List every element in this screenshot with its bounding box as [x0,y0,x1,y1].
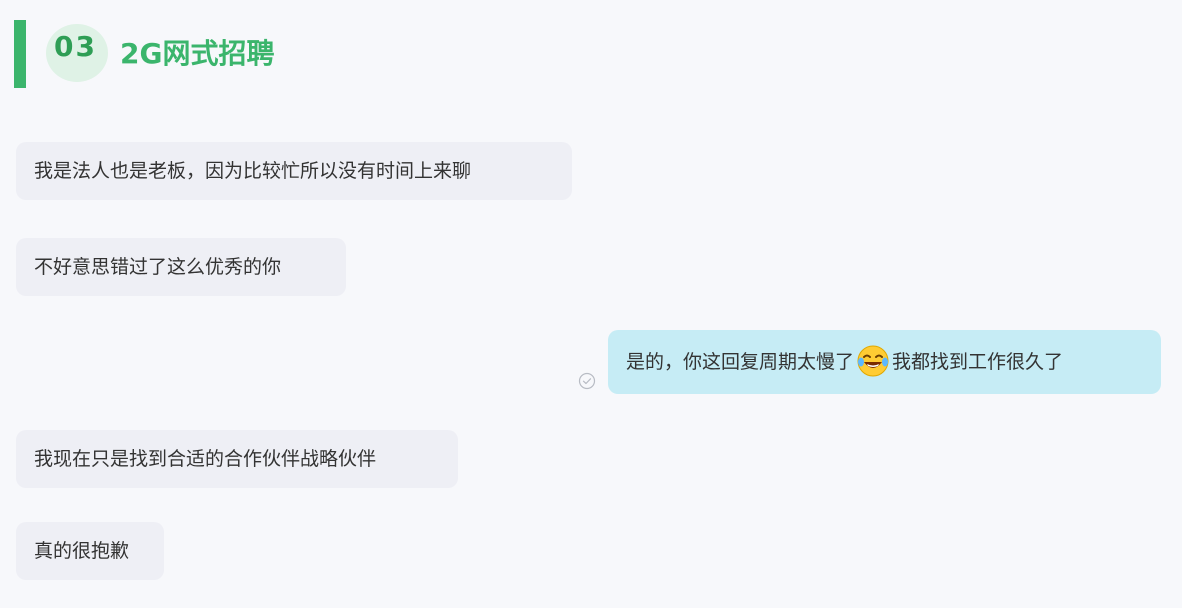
chat-message-sent: 是的，你这回复周期太慢了 我都找到工作很久了 [608,330,1161,394]
chat-message-received: 不好意思错过了这么优秀的你 [16,238,346,296]
message-text: 真的很抱歉 [34,540,130,562]
message-text-continued: 我都找到工作很久了 [892,351,1064,373]
chat-message-received: 真的很抱歉 [16,522,164,580]
header-accent-bar [14,20,26,88]
message-text: 不好意思错过了这么优秀的你 [34,256,282,278]
chat-message-received: 我是法人也是老板，因为比较忙所以没有时间上来聊 [16,142,572,200]
laughing-tears-emoji [857,345,889,376]
section-number: 03 [54,30,97,63]
section-title: 2G网式招聘 [120,37,275,70]
message-text: 是的，你这回复周期太慢了 [626,351,855,373]
section-header: 03 2G网式招聘 [14,20,334,88]
chat-message-received: 我现在只是找到合适的合作伙伴战略伙伴 [16,430,458,488]
read-check-icon [578,372,596,390]
message-text: 我是法人也是老板，因为比较忙所以没有时间上来聊 [34,160,472,182]
message-text: 我现在只是找到合适的合作伙伴战略伙伴 [34,448,377,470]
